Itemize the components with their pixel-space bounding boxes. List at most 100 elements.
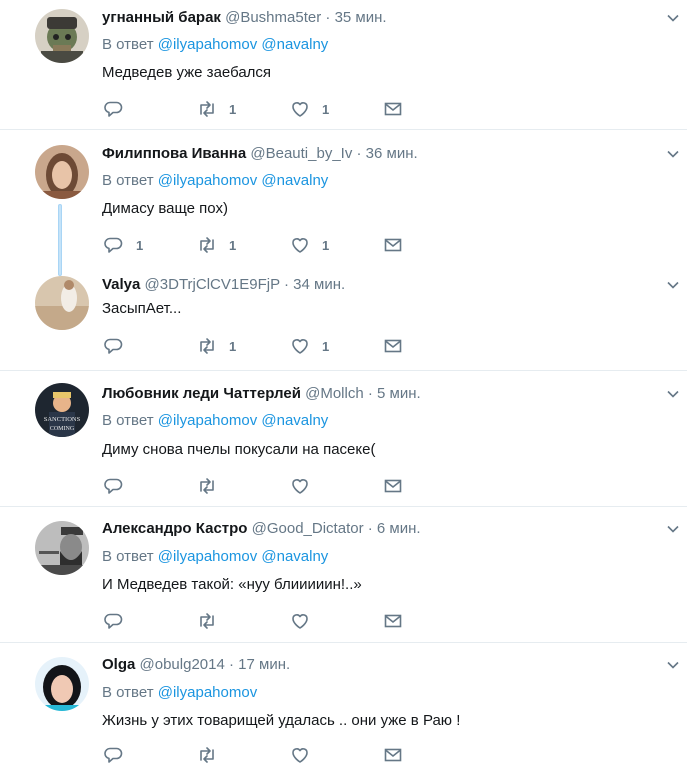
author-name[interactable]: Olga <box>102 656 135 673</box>
tweet-text: Жизнь у этих товарищей удалась .. они уж… <box>102 712 461 729</box>
tweet[interactable]: SANCTIONS COMING Любовник леди Чаттерлей … <box>0 371 687 507</box>
reply-context: В ответ @ilyapahomov @navalny <box>102 412 329 429</box>
chevron-down-icon[interactable] <box>665 657 681 673</box>
like-button[interactable] <box>290 476 322 496</box>
avatar-caption: SANCTIONS <box>44 416 81 423</box>
tweet-actions: 1 1 1 <box>104 235 424 255</box>
retweet-count: 1 <box>229 101 237 117</box>
heart-icon <box>292 479 308 494</box>
direct-message-button[interactable] <box>383 336 403 356</box>
retweet-icon <box>200 101 214 117</box>
heart-icon <box>292 339 308 354</box>
chevron-down-icon[interactable] <box>665 277 681 293</box>
chevron-down-icon[interactable] <box>665 10 681 26</box>
heart-icon <box>292 748 308 763</box>
reply-button[interactable] <box>104 745 136 765</box>
timestamp[interactable]: 6 мин. <box>377 520 421 537</box>
like-button[interactable]: 1 <box>290 99 329 119</box>
like-button[interactable]: 1 <box>290 235 329 255</box>
like-button[interactable]: 1 <box>290 336 329 356</box>
like-count: 1 <box>322 237 330 253</box>
timestamp[interactable]: 34 мин. <box>293 276 345 293</box>
retweet-icon <box>200 338 214 354</box>
avatar[interactable]: SANCTIONS COMING <box>35 383 89 437</box>
author-name[interactable]: угнанный барак <box>102 9 221 26</box>
heart-icon <box>292 614 308 629</box>
retweet-icon <box>200 478 214 494</box>
tweet-actions <box>104 745 424 765</box>
tweet[interactable]: Valya @3DTrjClCV1E9FjP · 34 мин. ЗасыпАе… <box>0 266 687 371</box>
reply-count: 1 <box>136 237 144 253</box>
reply-icon <box>104 237 123 253</box>
timestamp[interactable]: 5 мин. <box>377 385 421 402</box>
retweet-button[interactable]: 1 <box>197 336 236 356</box>
retweet-button[interactable]: 1 <box>197 235 236 255</box>
reply-button[interactable] <box>104 336 136 356</box>
tweet-actions: 1 1 <box>104 99 424 119</box>
mention-link[interactable]: @ilyapahomov <box>158 172 257 189</box>
timestamp[interactable]: 35 мин. <box>335 9 387 26</box>
like-button[interactable] <box>290 611 322 631</box>
like-button[interactable] <box>290 745 322 765</box>
reply-button[interactable] <box>104 611 136 631</box>
avatar[interactable] <box>35 657 89 711</box>
author-handle[interactable]: @obulg2014 <box>140 656 225 673</box>
chevron-down-icon[interactable] <box>665 386 681 402</box>
retweet-count: 1 <box>229 338 237 354</box>
mention-link[interactable]: @ilyapahomov <box>158 684 257 701</box>
timestamp[interactable]: 36 мин. <box>366 145 418 162</box>
tweet-text: Диму снова пчелы покусали на пасеке( <box>102 441 376 458</box>
like-count: 1 <box>322 338 330 354</box>
mention-link[interactable]: @ilyapahomov <box>158 412 257 429</box>
avatar[interactable] <box>35 276 89 330</box>
tweet[interactable]: Александро Кастро @Good_Dictator · 6 мин… <box>0 507 687 643</box>
mention-link[interactable]: @ilyapahomov <box>158 548 257 565</box>
tweet[interactable]: Филиппова Иванна @Beauti_by_Iv · 36 мин.… <box>0 130 687 276</box>
tweet-text: ЗасыпАет... <box>102 300 182 317</box>
reply-button[interactable] <box>104 476 136 496</box>
reply-icon <box>104 478 123 494</box>
author-handle[interactable]: @Mollch <box>305 385 364 402</box>
retweet-icon <box>200 237 214 253</box>
retweet-button[interactable] <box>197 476 229 496</box>
timeline: угнанный барак @Bushma5ter · 35 мин. В о… <box>0 0 687 767</box>
chevron-down-icon[interactable] <box>665 146 681 162</box>
retweet-button[interactable]: 1 <box>197 99 236 119</box>
direct-message-button[interactable] <box>383 99 403 119</box>
author-handle[interactable]: @3DTrjClCV1E9FjP <box>145 276 280 293</box>
mention-link[interactable]: @navalny <box>261 172 328 189</box>
reply-button[interactable] <box>104 99 136 119</box>
tweet[interactable]: угнанный барак @Bushma5ter · 35 мин. В о… <box>0 0 687 130</box>
retweet-button[interactable] <box>197 611 229 631</box>
direct-message-button[interactable] <box>383 235 403 255</box>
author-name[interactable]: Александро Кастро <box>102 520 247 537</box>
retweet-icon <box>200 747 214 763</box>
author-handle[interactable]: @Good_Dictator <box>252 520 364 537</box>
avatar[interactable] <box>35 145 89 199</box>
reply-button[interactable]: 1 <box>104 235 143 255</box>
retweet-count: 1 <box>229 237 237 253</box>
direct-message-button[interactable] <box>383 476 403 496</box>
tweet-actions: 1 1 <box>104 336 424 356</box>
mention-link[interactable]: @navalny <box>261 412 328 429</box>
tweet-actions <box>104 611 424 631</box>
avatar[interactable] <box>35 521 89 575</box>
direct-message-button[interactable] <box>383 611 403 631</box>
author-name[interactable]: Valya <box>102 276 140 293</box>
tweet-actions <box>104 476 424 496</box>
mention-link[interactable]: @ilyapahomov <box>158 36 257 53</box>
envelope-icon <box>384 614 402 628</box>
mention-link[interactable]: @navalny <box>261 548 328 565</box>
timestamp[interactable]: 17 мин. <box>238 656 290 673</box>
tweet[interactable]: Olga @obulg2014 · 17 мин. В ответ @ilyap… <box>0 643 687 767</box>
direct-message-button[interactable] <box>383 745 403 765</box>
author-name[interactable]: Филиппова Иванна <box>102 145 246 162</box>
retweet-button[interactable] <box>197 745 229 765</box>
avatar[interactable] <box>35 9 89 63</box>
mention-link[interactable]: @navalny <box>261 36 328 53</box>
author-name[interactable]: Любовник леди Чаттерлей <box>102 385 301 402</box>
tweet-text: И Медведев такой: «нуу блииииин!..» <box>102 576 362 593</box>
author-handle[interactable]: @Beauti_by_Iv <box>250 145 352 162</box>
chevron-down-icon[interactable] <box>665 521 681 537</box>
author-handle[interactable]: @Bushma5ter <box>225 9 321 26</box>
